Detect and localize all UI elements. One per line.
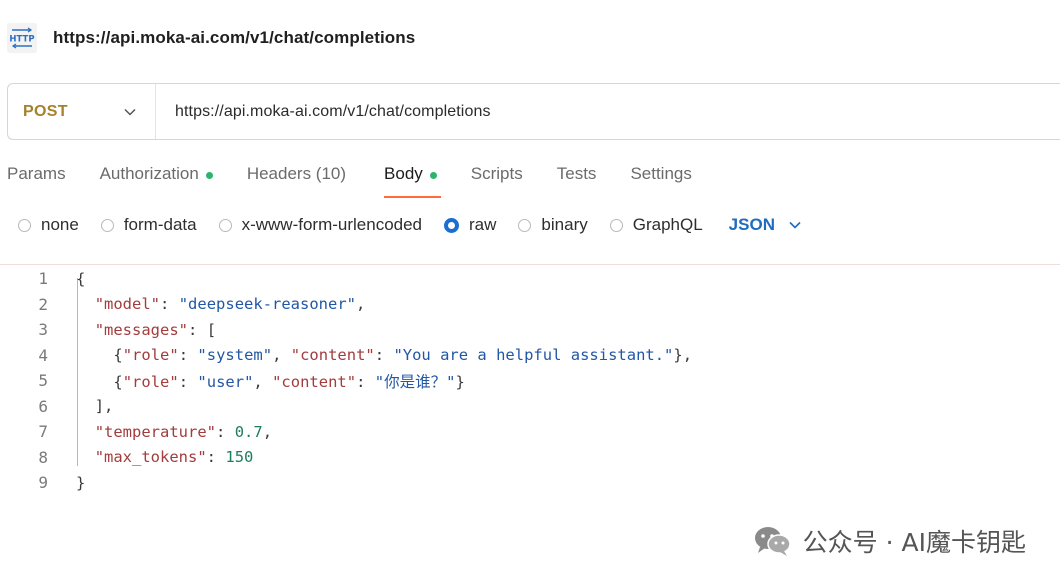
radio-label: binary [541,215,588,234]
watermark: 公众号 · AI魔卡钥匙 [753,523,1026,559]
radio-label: x-www-form-urlencoded [241,215,423,234]
tab-label: Params [7,164,66,183]
tab-authorization[interactable]: Authorization [100,160,213,200]
line-number: 3 [38,320,48,340]
code-line: 9} [0,470,1060,496]
code-line: 3 "messages": [ [0,317,1060,343]
request-tabs: Params Authorization Headers (10) Body S… [7,160,692,200]
code-line: 1{ [0,266,1060,292]
status-dot [429,172,437,179]
radio-graphql[interactable]: GraphQL [609,215,703,235]
radio-circle [218,218,232,232]
code-line: 7 "temperature": 0.7, [0,419,1060,445]
code-line: 5 {"role": "user", "content": "你是谁？"} [0,368,1060,394]
chevron-down-icon [124,108,136,116]
code-text: "messages": [ [94,320,217,339]
code-text: ], [94,397,114,416]
radio-circle [609,218,623,232]
line-number: 4 [38,345,48,365]
radio-binary[interactable]: binary [518,215,588,235]
tab-headers[interactable]: Headers (10) [247,160,346,200]
code-text: } [76,473,86,492]
status-dot [205,172,213,179]
radio-circle [100,218,114,232]
tab-label: Authorization [99,164,199,183]
tab-label: Body [384,164,423,183]
code-text: "temperature": 0.7, [94,422,273,441]
code-line: 8 "max_tokens": 150 [0,445,1060,471]
url-bar: POST https://api.moka-ai.com/v1/chat/com… [7,83,1060,140]
code-text: "max_tokens": 150 [94,448,254,467]
request-title[interactable]: https://api.moka-ai.com/v1/chat/completi… [53,28,415,48]
radio-label: GraphQL [632,215,703,234]
radio-circle-selected [444,217,460,233]
radio-circle [18,218,31,232]
tab-label: Tests [556,164,597,183]
url-input[interactable]: https://api.moka-ai.com/v1/chat/completi… [175,103,491,121]
code-text: "model": "deepseek-reasoner", [94,295,366,314]
watermark-text: 公众号 · AI魔卡钥匙 [802,528,1026,557]
divider [0,264,1060,265]
wechat-icon [754,527,791,556]
body-type-radios: none form-data x-www-form-urlencoded raw… [18,212,801,238]
request-title-row: HTTP https://api.moka-ai.com/v1/chat/com… [7,21,415,55]
radio-none[interactable]: none [18,215,79,235]
tab-label: Scripts [470,164,523,183]
code-editor[interactable]: 1{2 "model": "deepseek-reasoner", 3 "mess… [0,266,1060,496]
code-text: { [76,269,86,288]
radio-x-www-form-urlencoded[interactable]: x-www-form-urlencoded [218,215,423,235]
radio-raw[interactable]: raw [444,215,496,235]
body-format-label: JSON [728,215,775,234]
code-text: {"role": "user", "content": "你是谁？"} [113,372,465,391]
line-number: 1 [38,269,48,289]
radio-label: raw [469,215,497,234]
tab-scripts[interactable]: Scripts [471,160,523,200]
line-number: 7 [38,422,48,442]
code-line: 6 ], [0,394,1060,420]
method-select[interactable]: POST [8,84,156,139]
line-number: 6 [38,396,48,416]
radio-label: form-data [123,215,197,234]
code-line: 4 {"role": "system", "content": "You are… [0,343,1060,369]
radio-circle [518,218,532,232]
tab-tests[interactable]: Tests [557,160,597,200]
tab-label: Headers (10) [246,164,347,183]
radio-label: none [41,215,79,234]
line-number: 5 [38,371,48,391]
http-icon-text: HTTP [9,35,34,45]
line-number: 2 [38,294,48,314]
code-text: {"role": "system", "content": "You are a… [113,346,693,365]
body-format-select[interactable]: JSON [729,215,801,235]
code-line: 2 "model": "deepseek-reasoner", [0,292,1060,318]
tab-label: Settings [630,164,692,183]
tab-body[interactable]: Body [384,160,441,200]
radio-form-data[interactable]: form-data [100,215,197,235]
method-label: POST [23,102,68,120]
http-icon: HTTP [7,23,37,53]
tab-params[interactable]: Params [7,160,66,200]
chevron-down-icon [789,221,801,229]
tab-settings[interactable]: Settings [630,160,691,200]
line-number: 9 [38,473,48,493]
line-number: 8 [38,447,48,467]
